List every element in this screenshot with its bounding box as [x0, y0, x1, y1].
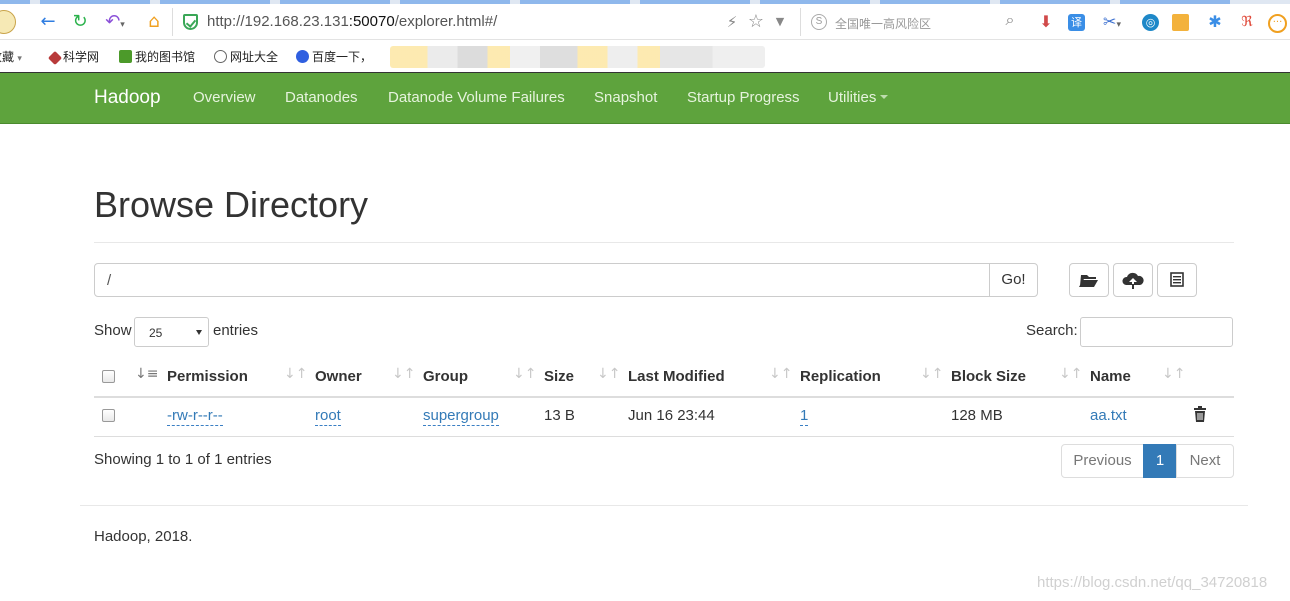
column-header-group[interactable]: Group: [423, 368, 468, 385]
folder-open-icon: [1079, 275, 1098, 287]
go-button[interactable]: Go!: [989, 263, 1038, 297]
table-info: Showing 1 to 1 of 1 entries: [94, 451, 272, 468]
bookmark-item[interactable]: 我的图书馆: [119, 48, 195, 65]
column-header-owner[interactable]: Owner: [315, 368, 362, 385]
search-box[interactable]: S 全国唯一高风险区 ⌕: [800, 8, 1025, 36]
cut-paste-button[interactable]: [1157, 263, 1197, 297]
search-label: Search:: [1026, 322, 1078, 339]
group-cell[interactable]: supergroup: [423, 407, 499, 426]
sort-icon[interactable]: ↓↑: [513, 366, 536, 382]
column-header-size[interactable]: Size: [544, 368, 574, 385]
nav-snapshot[interactable]: Snapshot: [594, 89, 657, 106]
cloud-upload-icon: [1122, 272, 1144, 289]
home-icon[interactable]: ⌂: [142, 10, 166, 34]
permission-cell[interactable]: -rw-r--r--: [167, 407, 223, 426]
row-divider: [94, 436, 1234, 437]
create-directory-button[interactable]: [1069, 263, 1109, 297]
lightning-icon[interactable]: ⚡: [722, 10, 742, 34]
nav-utilities[interactable]: Utilities: [828, 89, 889, 106]
column-header-last-modified[interactable]: Last Modified: [628, 368, 725, 385]
divider: [94, 242, 1234, 243]
back-icon[interactable]: ←: [36, 10, 60, 34]
search-engine-icon: S: [811, 14, 827, 30]
refresh-icon[interactable]: ↻: [68, 10, 92, 34]
star-icon[interactable]: ☆: [745, 10, 767, 34]
nav-overview[interactable]: Overview: [193, 89, 256, 106]
sort-asc-icon[interactable]: ↓≡: [135, 366, 158, 382]
puzzle-icon[interactable]: ✱: [1204, 10, 1226, 34]
file-name-link[interactable]: aa.txt: [1090, 407, 1127, 424]
page-length-select[interactable]: 25: [134, 317, 209, 347]
bookmarks-bar: 收藏 ▾ 科学网 我的图书馆 网址大全 百度一下，: [0, 41, 1290, 73]
baidu-paw-icon: [296, 50, 309, 63]
bookmark-item[interactable]: 收藏 ▾: [0, 48, 22, 65]
brand-logo[interactable]: Hadoop: [94, 87, 161, 109]
scissors-icon[interactable]: ✂▾: [1098, 10, 1126, 34]
last-modified-cell: Jun 16 23:44: [628, 407, 715, 424]
sort-icon[interactable]: ↓↑: [284, 366, 307, 382]
entries-label: entries: [213, 322, 259, 339]
delete-icon[interactable]: [1193, 406, 1207, 422]
shield-icon: [183, 14, 198, 30]
caret-down-icon: [880, 95, 889, 99]
ext-search-icon[interactable]: ◎: [1142, 14, 1159, 31]
sciencenet-icon: [47, 50, 63, 66]
bookmark-item[interactable]: 科学网: [47, 48, 99, 66]
sort-icon[interactable]: ↓↑: [392, 366, 415, 382]
column-header-permission[interactable]: Permission: [167, 368, 248, 385]
library-icon: [119, 50, 132, 63]
pagination-page-1[interactable]: 1: [1143, 444, 1177, 478]
bookmark-item[interactable]: 网址大全: [214, 48, 278, 65]
table-header-divider: [94, 396, 1234, 398]
nav-datanode-volume-failures[interactable]: Datanode Volume Failures: [388, 89, 565, 106]
pagination-previous[interactable]: Previous: [1061, 444, 1144, 478]
feed-icon[interactable]: ℜ: [1236, 10, 1258, 34]
navbar: Hadoop Overview Datanodes Datanode Volum…: [0, 73, 1290, 124]
sort-icon[interactable]: ↓↑: [1059, 366, 1082, 382]
row-checkbox[interactable]: [102, 409, 115, 422]
sort-icon[interactable]: ↓↑: [1162, 366, 1185, 382]
browser-toolbar: ← ↻ ↶▾ ⌂ http://192.168.23.131:50070/exp…: [0, 4, 1290, 40]
size-cell: 13 B: [544, 407, 575, 424]
undo-icon[interactable]: ↶▾: [100, 10, 130, 34]
column-header-name[interactable]: Name: [1090, 368, 1131, 385]
search-icon[interactable]: ⌕: [999, 8, 1021, 32]
replication-cell[interactable]: 1: [800, 407, 809, 426]
url-text[interactable]: http://192.168.23.131:50070/explorer.htm…: [207, 13, 497, 30]
upload-button[interactable]: [1113, 263, 1153, 297]
avatar[interactable]: [0, 10, 16, 34]
translate-icon[interactable]: 译: [1068, 14, 1085, 31]
footer-divider: [80, 505, 1248, 506]
table-search-input[interactable]: [1080, 317, 1233, 347]
bookmark-ext-icon[interactable]: [1172, 14, 1189, 31]
more-icon[interactable]: ···: [1268, 14, 1287, 33]
block-size-cell: 128 MB: [951, 407, 1003, 424]
blurred-bookmarks: [390, 46, 765, 68]
show-label: Show: [94, 322, 132, 339]
sort-icon[interactable]: ↓↑: [597, 366, 620, 382]
sort-icon[interactable]: ↓↑: [769, 366, 792, 382]
pagination-next[interactable]: Next: [1176, 444, 1234, 478]
page-title: Browse Directory: [94, 184, 369, 225]
list-alt-icon: [1170, 272, 1184, 287]
footer-text: Hadoop, 2018.: [94, 528, 193, 545]
column-header-block-size[interactable]: Block Size: [951, 368, 1026, 385]
sort-icon[interactable]: ↓↑: [920, 366, 943, 382]
nav-startup-progress[interactable]: Startup Progress: [687, 89, 800, 106]
address-bar[interactable]: http://192.168.23.131:50070/explorer.htm…: [172, 8, 797, 36]
owner-cell[interactable]: root: [315, 407, 341, 426]
search-placeholder: 全国唯一高风险区: [835, 17, 932, 31]
column-header-replication[interactable]: Replication: [800, 368, 881, 385]
directory-path-input[interactable]: [94, 263, 990, 297]
download-icon[interactable]: ⬇: [1036, 10, 1056, 34]
bookmark-item[interactable]: 百度一下，: [296, 48, 372, 65]
nav-datanodes[interactable]: Datanodes: [285, 89, 358, 106]
select-all-checkbox[interactable]: [102, 370, 115, 383]
chevron-down-icon[interactable]: ▼: [772, 10, 788, 34]
globe-icon: [214, 50, 227, 63]
watermark: https://blog.csdn.net/qq_34720818: [1037, 574, 1268, 591]
